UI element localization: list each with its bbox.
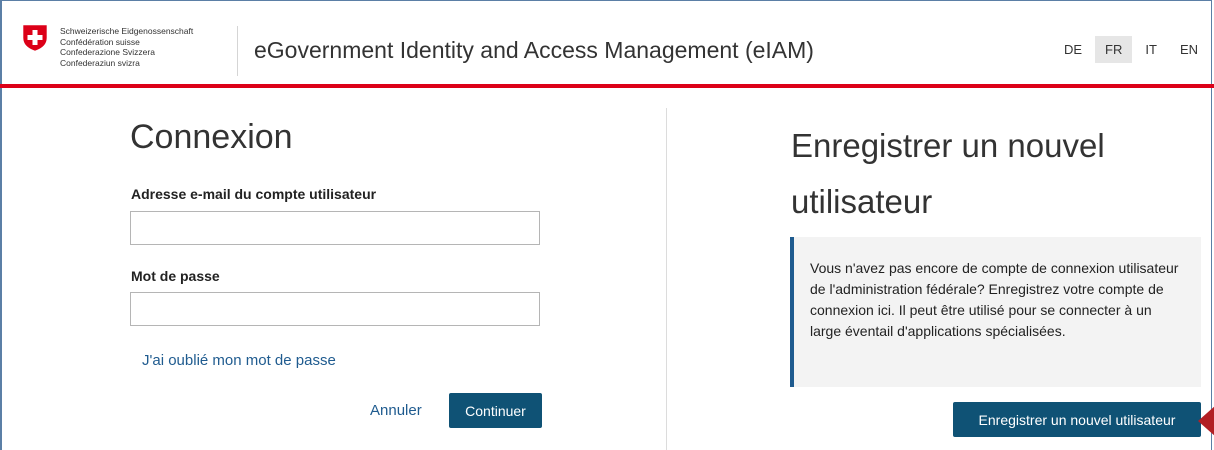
lang-it[interactable]: IT xyxy=(1135,36,1167,63)
header: Schweizerische Eidgenossenschaft Confédé… xyxy=(0,0,1214,88)
org-line-fr: Confédération suisse xyxy=(60,36,140,47)
lang-en[interactable]: EN xyxy=(1170,36,1208,63)
pointer-arrow-icon xyxy=(1198,405,1214,437)
org-line-de: Schweizerische Eidgenossenschaft xyxy=(60,26,194,36)
continue-button[interactable]: Continuer xyxy=(449,393,542,428)
language-switcher: DE FR IT EN xyxy=(1051,36,1208,63)
email-field[interactable] xyxy=(130,211,540,245)
org-line-rm: Confederaziun svizra xyxy=(60,57,140,68)
register-title: Enregistrer un nouvel utilisateur xyxy=(791,127,1105,220)
organization-name: Schweizerische Eidgenossenschaft Confédé… xyxy=(60,26,193,68)
lang-fr[interactable]: FR xyxy=(1095,36,1133,63)
forgot-password-link[interactable]: J'ai oublié mon mot de passe xyxy=(142,352,336,369)
swiss-coat-of-arms-icon xyxy=(22,24,48,52)
header-divider xyxy=(237,26,238,76)
register-info-text: Vous n'avez pas encore de compte de conn… xyxy=(810,260,1179,339)
lang-de[interactable]: DE xyxy=(1054,36,1092,63)
password-field[interactable] xyxy=(130,292,540,326)
register-new-user-button[interactable]: Enregistrer un nouvel utilisateur xyxy=(953,402,1201,437)
org-line-it: Confederazione Svizzera xyxy=(60,47,155,57)
login-title: Connexion xyxy=(130,118,293,156)
register-info-box: Vous n'avez pas encore de compte de conn… xyxy=(790,237,1201,387)
column-divider xyxy=(666,108,667,450)
password-label: Mot de passe xyxy=(131,268,220,284)
login-section: Connexion xyxy=(130,118,550,157)
app-title: eGovernment Identity and Access Manageme… xyxy=(254,37,814,63)
cancel-button[interactable]: Annuler xyxy=(370,402,422,419)
email-label: Adresse e-mail du compte utilisateur xyxy=(131,186,377,202)
